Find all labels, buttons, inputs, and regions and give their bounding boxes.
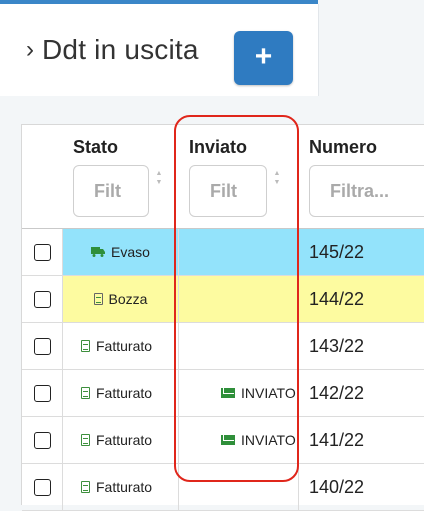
row-checkbox[interactable] (33, 431, 51, 449)
page-title: Ddt in uscita (42, 34, 199, 65)
row-checkbox[interactable] (33, 243, 51, 261)
inviato-cell: INVIATO (179, 370, 299, 416)
stato-label: Fatturato (96, 338, 153, 354)
document-icon (81, 340, 90, 352)
row-checkbox[interactable] (33, 384, 51, 402)
inviato-cell (179, 276, 299, 322)
stato-cell: Bozza (63, 276, 179, 322)
row-select-cell (22, 464, 63, 510)
chevron-right-icon[interactable]: › (26, 38, 34, 62)
table-row[interactable]: Fatturato INVIATO 142/22 (22, 370, 424, 417)
envelope-icon (221, 435, 235, 445)
inviato-label: INVIATO (241, 385, 296, 401)
numero-cell: 145/22 (299, 229, 424, 275)
column-label-numero: Numero (309, 137, 378, 157)
inviato-cell: INVIATO (179, 417, 299, 463)
row-select-cell (22, 229, 63, 275)
document-icon (93, 293, 103, 305)
inviato-cell (179, 229, 299, 275)
page-header: › Ddt in uscita + (0, 4, 319, 96)
truck-icon (91, 247, 106, 257)
select-column-header (22, 125, 64, 229)
table-row[interactable]: Bozza 144/22 (22, 276, 424, 323)
envelope-icon (221, 388, 235, 398)
table-row[interactable]: Fatturato 140/22 (22, 464, 424, 511)
numero-cell: 140/22 (299, 464, 424, 510)
inviato-filter-input[interactable]: Filt (189, 165, 267, 217)
inviato-sort-icon[interactable]: ▲ ▼ (273, 169, 281, 187)
document-icon (81, 434, 90, 446)
document-icon (81, 387, 90, 399)
numero-cell: 142/22 (299, 370, 424, 416)
column-header-numero[interactable]: Numero Filtra... (299, 125, 424, 229)
document-icon (81, 481, 90, 493)
stato-label: Evaso (111, 244, 150, 260)
breadcrumb: › Ddt in uscita (26, 34, 199, 66)
row-checkbox[interactable] (33, 337, 51, 355)
stato-cell: Fatturato (63, 370, 179, 416)
table-row[interactable]: Fatturato 143/22 (22, 323, 424, 370)
column-label-stato: Stato (73, 137, 118, 157)
stato-label: Fatturato (96, 479, 153, 495)
column-header-inviato[interactable]: Inviato Filt ▲ ▼ (179, 125, 300, 229)
stato-label: Bozza (108, 291, 148, 307)
numero-cell: 144/22 (299, 276, 424, 322)
stato-cell: Evaso (63, 229, 179, 275)
add-ddt-button[interactable]: + (234, 31, 293, 85)
stato-cell: Fatturato (63, 417, 179, 463)
table-row[interactable]: Fatturato INVIATO 141/22 (22, 417, 424, 464)
plus-icon: + (254, 40, 273, 73)
inviato-cell (179, 323, 299, 369)
row-checkbox[interactable] (33, 478, 51, 496)
row-select-cell (22, 417, 63, 463)
numero-cell: 141/22 (299, 417, 424, 463)
column-header-stato[interactable]: Stato Filt ▲ ▼ (63, 125, 180, 229)
inviato-cell (179, 464, 299, 510)
row-checkbox[interactable] (33, 290, 51, 308)
row-select-cell (22, 370, 63, 416)
stato-cell: Fatturato (63, 323, 179, 369)
inviato-label: INVIATO (241, 432, 296, 448)
table-row[interactable]: Evaso 145/22 (22, 229, 424, 276)
row-select-cell (22, 276, 63, 322)
numero-filter-input[interactable]: Filtra... (309, 165, 424, 217)
column-label-inviato: Inviato (189, 137, 248, 157)
ddt-table: Stato Filt ▲ ▼ Inviato Filt ▲ ▼ Numero Fil… (21, 124, 424, 511)
stato-cell: Fatturato (63, 464, 179, 510)
stato-label: Fatturato (96, 432, 153, 448)
row-select-cell (22, 323, 63, 369)
stato-label: Fatturato (96, 385, 153, 401)
stato-filter-input[interactable]: Filt (73, 165, 149, 217)
numero-cell: 143/22 (299, 323, 424, 369)
stato-sort-icon[interactable]: ▲ ▼ (155, 169, 163, 187)
